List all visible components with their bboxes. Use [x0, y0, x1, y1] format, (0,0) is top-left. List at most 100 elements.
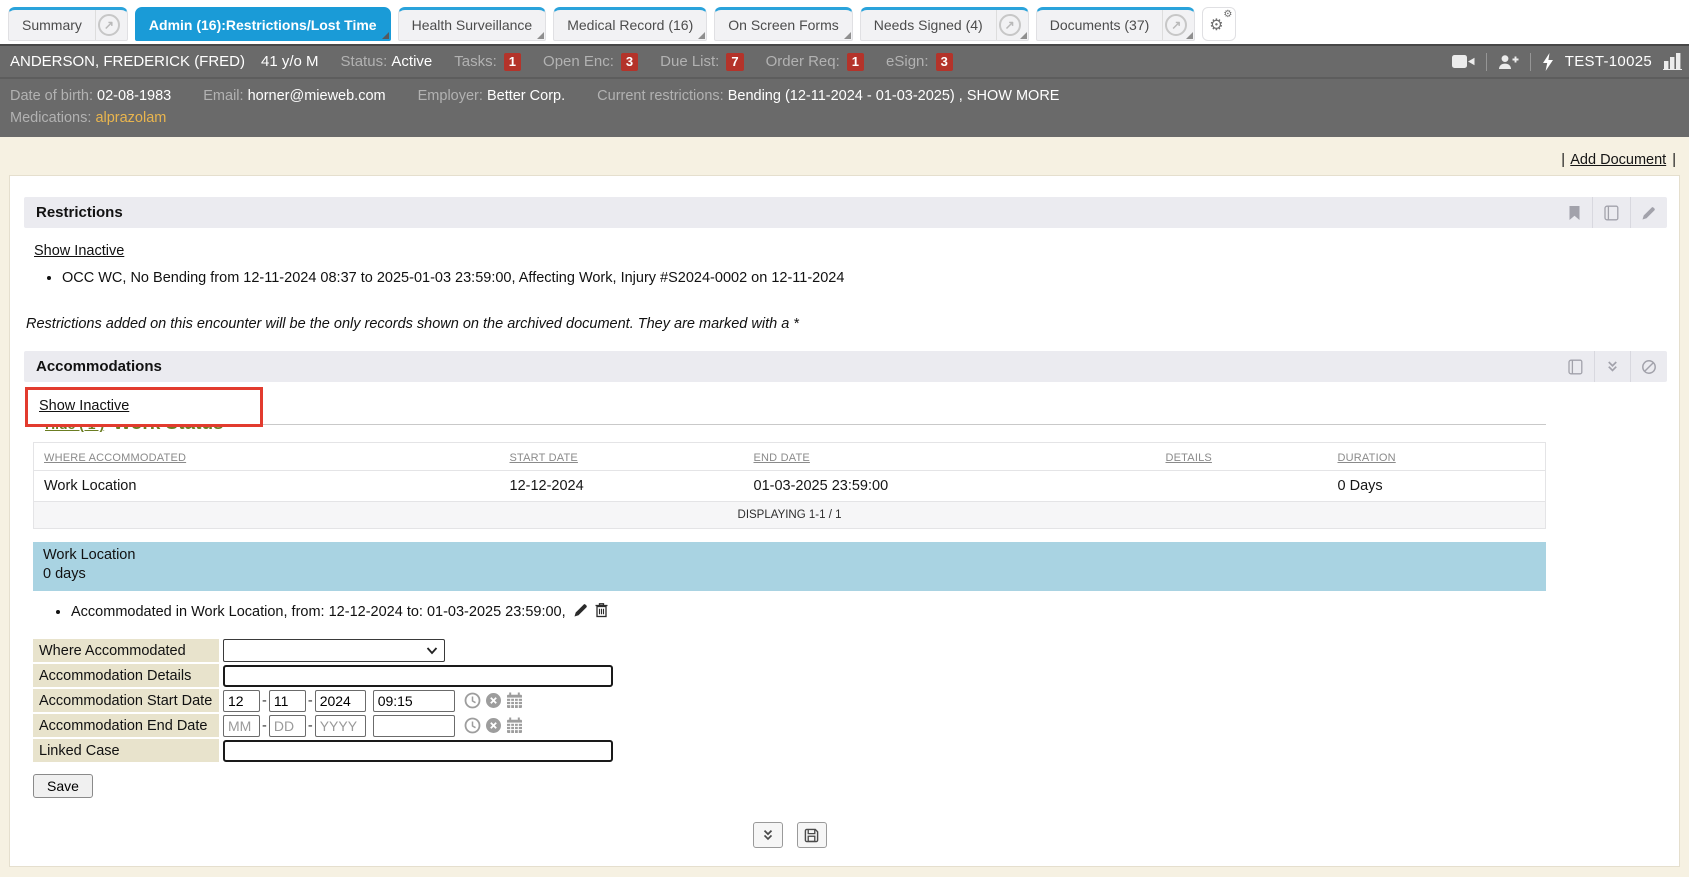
email-value: horner@mieweb.com	[248, 88, 386, 104]
cell-where: Work Location	[34, 471, 500, 502]
restrictions-show-inactive-link[interactable]: Show Inactive	[34, 243, 124, 259]
end-time-input[interactable]	[373, 715, 455, 737]
delete-trash-icon[interactable]	[594, 602, 609, 622]
tab-summary[interactable]: Summary ↗	[8, 7, 128, 41]
tab-summary-label: Summary	[9, 17, 95, 33]
patient-chart-id: TEST-10025	[1565, 53, 1652, 70]
where-accommodated-select[interactable]	[223, 639, 445, 662]
calendar-icon[interactable]	[506, 717, 523, 734]
tab-bar: Summary ↗ Admin (16):Restrictions/Lost T…	[0, 0, 1689, 44]
summary-line-2: 0 days	[43, 565, 1536, 584]
accommodations-section-header: Accommodations	[24, 351, 1667, 382]
col-details[interactable]: DETAILS	[1166, 452, 1212, 464]
col-duration[interactable]: DURATION	[1338, 452, 1396, 464]
end-month-input[interactable]	[223, 715, 260, 737]
book-icon[interactable]	[1557, 351, 1594, 382]
linked-case-input[interactable]	[223, 740, 613, 762]
edit-pencil-icon[interactable]	[1631, 197, 1667, 228]
separator: |	[1672, 152, 1676, 168]
edit-pencil-icon[interactable]	[573, 602, 589, 622]
where-accommodated-label: Where Accommodated	[33, 639, 219, 662]
order-req-badge[interactable]: 1	[847, 53, 864, 71]
medications-label: Medications:	[10, 110, 91, 126]
settings-gears-icon[interactable]: ⚙ ⚙	[1202, 7, 1236, 41]
tab-divider	[1162, 10, 1163, 40]
patient-age-sex: 41 y/o M	[261, 53, 319, 70]
clear-x-icon[interactable]	[485, 717, 502, 734]
linked-case-label: Linked Case	[33, 739, 219, 762]
disable-circle-slash-icon[interactable]	[1631, 351, 1667, 382]
restrictions-title: Restrictions	[36, 204, 123, 221]
tasks-label: Tasks:	[454, 53, 497, 70]
clock-icon[interactable]	[464, 717, 481, 734]
start-time-input[interactable]	[373, 690, 455, 712]
tab-health-label: Health Surveillance	[399, 17, 546, 33]
flowsheet-chart-icon[interactable]	[1663, 53, 1683, 70]
save-button[interactable]: Save	[33, 774, 93, 798]
start-day-input[interactable]	[269, 690, 306, 712]
col-start-date[interactable]: START DATE	[510, 452, 578, 464]
annotation-highlight-box: Show Inactive	[25, 387, 263, 427]
employer-label: Employer:	[418, 88, 483, 104]
clock-icon[interactable]	[464, 692, 481, 709]
tab-needs-signed-label: Needs Signed (4)	[861, 17, 996, 33]
tab-on-screen-forms[interactable]: On Screen Forms	[714, 7, 852, 41]
cell-start: 12-12-2024	[500, 471, 744, 502]
work-status-fieldset: Hide ( 1 ) Work Status WHERE ACCOMMODATE…	[33, 411, 1546, 848]
summary-line-1: Work Location	[43, 546, 1536, 565]
end-year-input[interactable]	[315, 715, 366, 737]
tab-medical-label: Medical Record (16)	[554, 17, 706, 33]
tab-documents[interactable]: Documents (37) ↗	[1036, 7, 1196, 41]
add-person-icon[interactable]	[1498, 54, 1519, 70]
section-footer-buttons	[33, 822, 1546, 848]
video-camera-icon[interactable]	[1452, 54, 1475, 69]
open-enc-badge[interactable]: 3	[621, 53, 638, 71]
accommodation-details-input[interactable]	[223, 665, 613, 687]
restrictions-section-header: Restrictions	[24, 197, 1667, 228]
restriction-item: OCC WC, No Bending from 12-11-2024 08:37…	[62, 270, 1667, 286]
tasks-badge[interactable]: 1	[504, 53, 521, 71]
tab-divider	[996, 10, 997, 40]
table-row[interactable]: Work Location 12-12-2024 01-03-2025 23:5…	[34, 471, 1546, 502]
document-toolbar: | Add Document |	[0, 137, 1689, 175]
save-disk-button[interactable]	[797, 822, 827, 848]
calendar-icon[interactable]	[506, 692, 523, 709]
accommodation-item: Accommodated in Work Location, from: 12-…	[71, 602, 1546, 622]
accommodation-form: Where Accommodated Accommodation Details…	[33, 639, 1546, 798]
cell-duration: 0 Days	[1328, 471, 1546, 502]
bookmark-icon[interactable]	[1557, 197, 1592, 228]
tab-health-surveillance[interactable]: Health Surveillance	[398, 7, 547, 41]
tab-admin-restrictions[interactable]: Admin (16):Restrictions/Lost Time	[135, 7, 391, 41]
tab-medical-record[interactable]: Medical Record (16)	[553, 7, 707, 41]
accommodations-show-inactive-link[interactable]: Show Inactive	[39, 398, 129, 414]
popout-icon[interactable]: ↗	[1165, 14, 1187, 36]
accommodations-table: WHERE ACCOMMODATED START DATE END DATE D…	[33, 442, 1546, 529]
paging-status: DISPLAYING 1-1 / 1	[34, 502, 1546, 529]
tab-needs-signed[interactable]: Needs Signed (4) ↗	[860, 7, 1029, 41]
esign-label: eSign:	[886, 53, 929, 70]
cell-end: 01-03-2025 23:59:00	[744, 471, 1156, 502]
order-req-label: Order Req:	[766, 53, 840, 70]
add-document-link[interactable]: Add Document	[1570, 152, 1666, 168]
accommodation-end-date-label: Accommodation End Date	[33, 714, 219, 737]
main-panel: Restrictions Show Inactive OCC WC, No Be…	[9, 175, 1680, 867]
show-more-link[interactable]: SHOW MORE	[967, 88, 1060, 104]
medications-value[interactable]: alprazolam	[95, 110, 166, 126]
col-where-accommodated[interactable]: WHERE ACCOMMODATED	[44, 452, 186, 464]
accommodation-details-label: Accommodation Details	[33, 664, 219, 687]
end-day-input[interactable]	[269, 715, 306, 737]
collapse-double-chevron-icon[interactable]	[1595, 351, 1630, 382]
popout-icon[interactable]: ↗	[98, 14, 120, 36]
book-icon[interactable]	[1593, 197, 1630, 228]
lightning-bolt-icon[interactable]	[1542, 53, 1554, 71]
popout-icon[interactable]: ↗	[999, 14, 1021, 36]
esign-badge[interactable]: 3	[936, 53, 953, 71]
due-list-badge[interactable]: 7	[726, 53, 743, 71]
col-end-date[interactable]: END DATE	[754, 452, 810, 464]
start-month-input[interactable]	[223, 690, 260, 712]
separator: |	[1561, 152, 1565, 168]
clear-x-icon[interactable]	[485, 692, 502, 709]
expand-double-chevron-button[interactable]	[753, 822, 783, 848]
table-footer-row: DISPLAYING 1-1 / 1	[34, 502, 1546, 529]
start-year-input[interactable]	[315, 690, 366, 712]
